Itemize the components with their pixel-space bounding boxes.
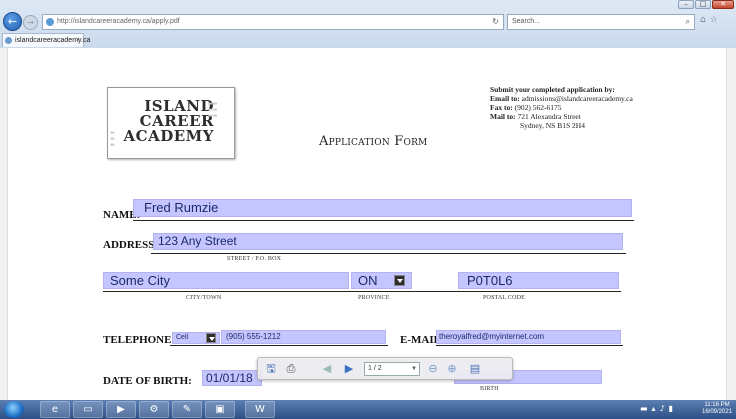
name-underline	[133, 220, 634, 221]
reload-icon[interactable]: ↻	[492, 15, 499, 29]
academy-logo: ISLAND CAREER ACADEMY ▬▬ ▬▬ ▬▬ ▬ ▬ ▬	[107, 87, 235, 159]
email-field[interactable]: theroyalfred@myinternet.com	[436, 330, 621, 344]
system-tray: ▬▴♪▮ 11:16 PM 16/09/2021	[622, 401, 732, 418]
search-input[interactable]: Search... ⌕	[507, 14, 695, 30]
tab-strip: islandcareeracademy.ca ×	[0, 33, 736, 48]
maximize-button[interactable]: □	[695, 0, 711, 9]
address-field[interactable]: 123 Any Street	[153, 233, 623, 250]
address-label: ADDRESS:	[103, 239, 159, 251]
telephone-label: TELEPHONE:	[103, 334, 176, 346]
telephone-underline	[170, 345, 388, 346]
right-scrollbar[interactable]	[726, 48, 736, 400]
city-row-underline	[103, 291, 621, 292]
control-panel-icon[interactable]: ⚙	[139, 401, 169, 418]
address-bar[interactable]: http://islandcareeracademy.ca/apply.pdf …	[42, 14, 504, 30]
dob-label: DATE OF BIRTH:	[103, 375, 192, 387]
page-globe-icon	[46, 18, 54, 26]
internet-explorer-icon[interactable]: e	[40, 401, 70, 418]
pdf-page: ISLAND CAREER ACADEMY ▬▬ ▬▬ ▬▬ ▬ ▬ ▬ Applica…	[10, 48, 724, 400]
email-label: E-MAIL	[400, 334, 441, 346]
search-placeholder: Search...	[512, 18, 541, 25]
birth-sublabel: BIRTH	[480, 386, 499, 392]
page-dropdown-icon[interactable]: ▼	[411, 363, 417, 375]
street-sublabel: STREET / P.O. BOX	[227, 256, 282, 262]
logo-ghost-text-left: ▬ ▬ ▬	[110, 130, 115, 148]
close-window-button[interactable]: ✕	[712, 0, 734, 9]
media-player-icon[interactable]: ▶	[106, 401, 136, 418]
city-sublabel: CITY/TOWN	[186, 295, 222, 301]
save-icon[interactable]: 🖫	[262, 361, 280, 377]
mail-to-label: Mail to:	[490, 112, 516, 121]
email-to-value: admissions@islandcareeracademy.ca	[521, 94, 633, 103]
tray-icons[interactable]: ▬▴♪▮	[640, 404, 677, 413]
browser-chrome: – □ ✕ ← → http://islandcareeracademy.ca/…	[0, 0, 736, 48]
search-icon[interactable]: ⌕	[686, 15, 690, 29]
home-icon[interactable]: ⌂	[700, 15, 706, 25]
file-explorer-icon[interactable]: ▭	[73, 401, 103, 418]
email-underline	[436, 345, 623, 346]
address-url: http://islandcareeracademy.ca/apply.pdf	[57, 18, 180, 25]
name-field[interactable]: Fred Rumzie	[133, 199, 632, 217]
photos-icon[interactable]: ▣	[205, 401, 235, 418]
clock-date: 16/09/2021	[702, 409, 733, 415]
zoom-in-icon[interactable]: ⊕	[444, 361, 460, 377]
city-field[interactable]: Some City	[103, 272, 349, 289]
submission-info: Submit your completed application by: Em…	[490, 85, 710, 130]
previous-page-icon[interactable]: ◀	[320, 361, 334, 377]
address-underline	[151, 253, 626, 254]
mail-line-2: Sydney, NS B1S 2H4	[520, 121, 585, 130]
minimize-button[interactable]: –	[678, 0, 694, 9]
pdf-viewport: ISLAND CAREER ACADEMY ▬▬ ▬▬ ▬▬ ▬ ▬ ▬ Applica…	[0, 48, 736, 400]
form-title: Application Form	[319, 134, 428, 149]
postal-code-sublabel: POSTAL CODE	[483, 295, 525, 301]
tab-islandcareeracademy[interactable]: islandcareeracademy.ca ×	[2, 33, 90, 47]
clock[interactable]: 11:16 PM 16/09/2021	[702, 402, 732, 416]
navigation-bar: ← → http://islandcareeracademy.ca/apply.…	[0, 12, 736, 32]
page-indicator: 1 / 2	[368, 365, 382, 372]
tab-favicon-icon	[5, 37, 12, 44]
logo-ghost-text: ▬▬ ▬▬ ▬▬	[208, 101, 218, 119]
email-to-label: Email to:	[490, 94, 520, 103]
mail-line-1: 721 Alexandra Street	[517, 112, 581, 121]
logo-text: ISLAND CAREER ACADEMY	[122, 99, 214, 144]
print-icon[interactable]: ⎙	[282, 361, 300, 377]
submit-heading: Submit your completed application by:	[490, 85, 615, 94]
word-icon[interactable]: W	[245, 401, 275, 418]
next-page-icon[interactable]: ▶	[342, 361, 356, 377]
logo-line-academy: ACADEMY	[123, 127, 214, 145]
paint-icon[interactable]: ✎	[172, 401, 202, 418]
zoom-out-icon[interactable]: ⊖	[425, 361, 441, 377]
left-scrollbar[interactable]	[0, 48, 8, 400]
favorites-star-icon[interactable]: ☆	[710, 15, 718, 25]
window-controls: – □ ✕	[678, 0, 734, 9]
forward-arrow-icon[interactable]: →	[23, 15, 38, 30]
phone-type-dropdown-icon[interactable]	[206, 333, 216, 343]
pdf-toolbar: 🖫 ⎙ ◀ ▶ 1 / 2 ▼ ⊖ ⊕ ▤	[257, 357, 513, 380]
start-button-icon[interactable]	[4, 401, 24, 418]
phone-number-field[interactable]: (905) 555-1212	[221, 330, 386, 344]
back-arrow-icon[interactable]: ←	[3, 12, 22, 31]
dob-field[interactable]: 01/01/18	[202, 370, 262, 386]
toolbar-icons: ⌂ ☆	[700, 15, 718, 25]
page-view-icon[interactable]: ▤	[466, 361, 484, 377]
page-selector[interactable]: 1 / 2 ▼	[364, 362, 420, 376]
province-dropdown-icon[interactable]	[394, 275, 405, 286]
postal-code-field[interactable]: P0T0L6	[458, 272, 619, 289]
tab-close-icon[interactable]: ×	[76, 34, 80, 47]
province-sublabel: PROVINCE	[358, 295, 390, 301]
windows-taskbar: e ▭ ▶ ⚙ ✎ ▣ W ▬▴♪▮ 11:16 PM 16/09/2021	[0, 400, 736, 419]
fax-to-value: (902) 562-6175	[514, 103, 562, 112]
fax-to-label: Fax to:	[490, 103, 513, 112]
clock-time: 11:16 PM	[704, 402, 730, 408]
